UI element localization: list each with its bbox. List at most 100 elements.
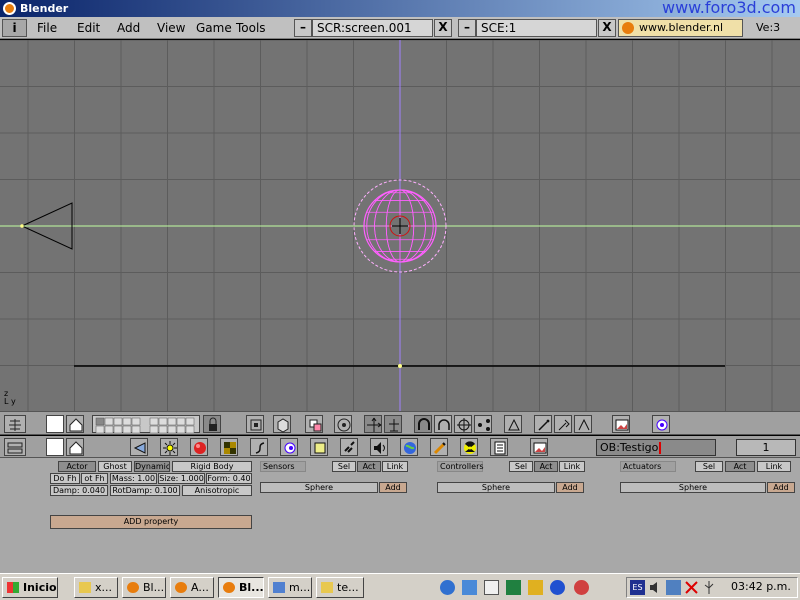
script-buttons-icon[interactable] xyxy=(490,438,508,456)
translate-manipulator-icon[interactable] xyxy=(364,415,382,433)
layer-buttons[interactable] xyxy=(92,415,200,433)
messenger-icon[interactable] xyxy=(550,580,565,595)
menu-view[interactable]: View xyxy=(157,21,185,35)
cmd-icon[interactable] xyxy=(506,580,521,595)
screen-delete-button[interactable]: X xyxy=(434,19,452,37)
lamp-buttons-icon[interactable] xyxy=(160,438,178,456)
edit-buttons-icon[interactable] xyxy=(310,438,328,456)
layer-button[interactable] xyxy=(131,417,141,426)
realtime-buttons-icon[interactable] xyxy=(280,438,298,456)
window-type-icon[interactable] xyxy=(4,438,26,456)
desktop-icon[interactable] xyxy=(462,580,477,595)
layer-button[interactable] xyxy=(185,417,195,426)
rigid-body-toggle[interactable]: Rigid Body xyxy=(172,461,252,472)
window-title-bar[interactable]: Blender www.foro3d.com xyxy=(0,0,800,17)
scene-name-field[interactable]: SCE:1 xyxy=(476,19,597,37)
layer-button[interactable] xyxy=(167,425,177,433)
actuators-act-toggle[interactable]: Act xyxy=(725,461,755,472)
layer-button[interactable] xyxy=(113,417,123,426)
layer-button[interactable] xyxy=(122,425,132,433)
scene-browse-button[interactable]: – xyxy=(458,19,476,37)
usb-icon[interactable] xyxy=(702,580,717,595)
sensors-sel-toggle[interactable]: Sel xyxy=(332,461,356,472)
view-buttons-icon[interactable] xyxy=(130,438,148,456)
anim-buttons-icon[interactable] xyxy=(250,438,268,456)
manipulator-plus-icon[interactable] xyxy=(384,415,402,433)
sensors-object-field[interactable]: Sphere xyxy=(260,482,378,493)
layer-button[interactable] xyxy=(131,425,141,433)
world-buttons-icon[interactable] xyxy=(400,438,418,456)
brush-icon[interactable] xyxy=(554,415,572,433)
opengl-render-icon[interactable] xyxy=(504,415,522,433)
radiosity-buttons-icon[interactable] xyxy=(460,438,478,456)
full-window-icon[interactable] xyxy=(46,415,64,433)
taskbar-item-blender-active[interactable]: Bl... xyxy=(218,577,264,598)
layer-button[interactable] xyxy=(95,417,105,426)
actuators-link-toggle[interactable]: Link xyxy=(757,461,791,472)
controllers-object-field[interactable]: Sphere xyxy=(437,482,555,493)
actor-toggle[interactable]: Actor xyxy=(58,461,96,472)
display-buttons-icon[interactable] xyxy=(530,438,548,456)
layer-button[interactable] xyxy=(158,417,168,426)
controllers-sel-toggle[interactable]: Sel xyxy=(509,461,533,472)
internet-explorer-icon[interactable] xyxy=(440,580,455,595)
sensors-add-button[interactable]: Add xyxy=(379,482,407,493)
image-icon[interactable] xyxy=(612,415,630,433)
window-type-icon[interactable] xyxy=(4,415,26,433)
sensors-act-toggle[interactable]: Act xyxy=(357,461,381,472)
form-field[interactable]: Form: 0.40 xyxy=(206,473,252,484)
snap-points-icon[interactable] xyxy=(474,415,492,433)
layer-button[interactable] xyxy=(176,425,186,433)
language-indicator[interactable]: ES xyxy=(630,580,645,595)
rotate-icon[interactable] xyxy=(434,415,452,433)
controllers-act-toggle[interactable]: Act xyxy=(534,461,558,472)
home-icon[interactable] xyxy=(66,415,84,433)
menu-add[interactable]: Add xyxy=(117,21,140,35)
menu-edit[interactable]: Edit xyxy=(77,21,100,35)
start-button[interactable]: Inicio xyxy=(2,577,58,598)
actuators-sel-toggle[interactable]: Sel xyxy=(695,461,723,472)
actuators-object-field[interactable]: Sphere xyxy=(620,482,766,493)
lock-icon[interactable] xyxy=(203,415,221,433)
notepad-icon[interactable] xyxy=(484,580,499,595)
paint-buttons-icon[interactable] xyxy=(430,438,448,456)
layer-button[interactable] xyxy=(122,417,132,426)
damp-field[interactable]: Damp: 0.040 xyxy=(50,485,108,496)
scene-delete-button[interactable]: X xyxy=(598,19,616,37)
draw-type-cube-icon[interactable] xyxy=(273,415,291,433)
screen-browse-button[interactable]: – xyxy=(294,19,312,37)
current-frame-field[interactable]: 1 xyxy=(736,439,796,456)
view-move-icon[interactable] xyxy=(246,415,264,433)
layer-button[interactable] xyxy=(113,425,123,433)
texture-buttons-icon[interactable] xyxy=(220,438,238,456)
layer-button[interactable] xyxy=(104,425,114,433)
sound-buttons-icon[interactable] xyxy=(370,438,388,456)
ghost-toggle[interactable]: Ghost xyxy=(98,461,132,472)
rotdamp-field[interactable]: RotDamp: 0.100 xyxy=(110,485,180,496)
info-window-button[interactable]: i xyxy=(2,19,27,37)
object-name-field[interactable]: OB:Testigo xyxy=(596,439,716,456)
3d-viewport[interactable]: z L y xyxy=(0,40,800,411)
controllers-link-toggle[interactable]: Link xyxy=(559,461,585,472)
screen-name-field[interactable]: SCR:screen.001 xyxy=(312,19,433,37)
full-window-icon[interactable] xyxy=(46,438,64,456)
menu-game[interactable]: Game xyxy=(196,21,232,35)
dynamic-toggle[interactable]: Dynamic xyxy=(134,461,170,472)
layer-button[interactable] xyxy=(158,425,168,433)
layer-button[interactable] xyxy=(95,425,105,433)
layer-button[interactable] xyxy=(149,417,159,426)
blender-script-icon[interactable] xyxy=(652,415,670,433)
taskbar-item-folder[interactable]: x... xyxy=(74,577,118,598)
layer-button[interactable] xyxy=(149,425,159,433)
controllers-add-button[interactable]: Add xyxy=(556,482,584,493)
scale-icon[interactable] xyxy=(454,415,472,433)
constraint-buttons-icon[interactable] xyxy=(340,438,358,456)
sensors-link-toggle[interactable]: Link xyxy=(382,461,408,472)
sphere-object[interactable] xyxy=(353,179,447,273)
network-icon[interactable] xyxy=(666,580,681,595)
taskbar-item-te[interactable]: te... xyxy=(316,577,364,598)
menu-file[interactable]: File xyxy=(37,21,57,35)
material-buttons-icon[interactable] xyxy=(190,438,208,456)
anisotropic-toggle[interactable]: Anisotropic xyxy=(182,485,252,496)
pivot-icon[interactable] xyxy=(305,415,323,433)
